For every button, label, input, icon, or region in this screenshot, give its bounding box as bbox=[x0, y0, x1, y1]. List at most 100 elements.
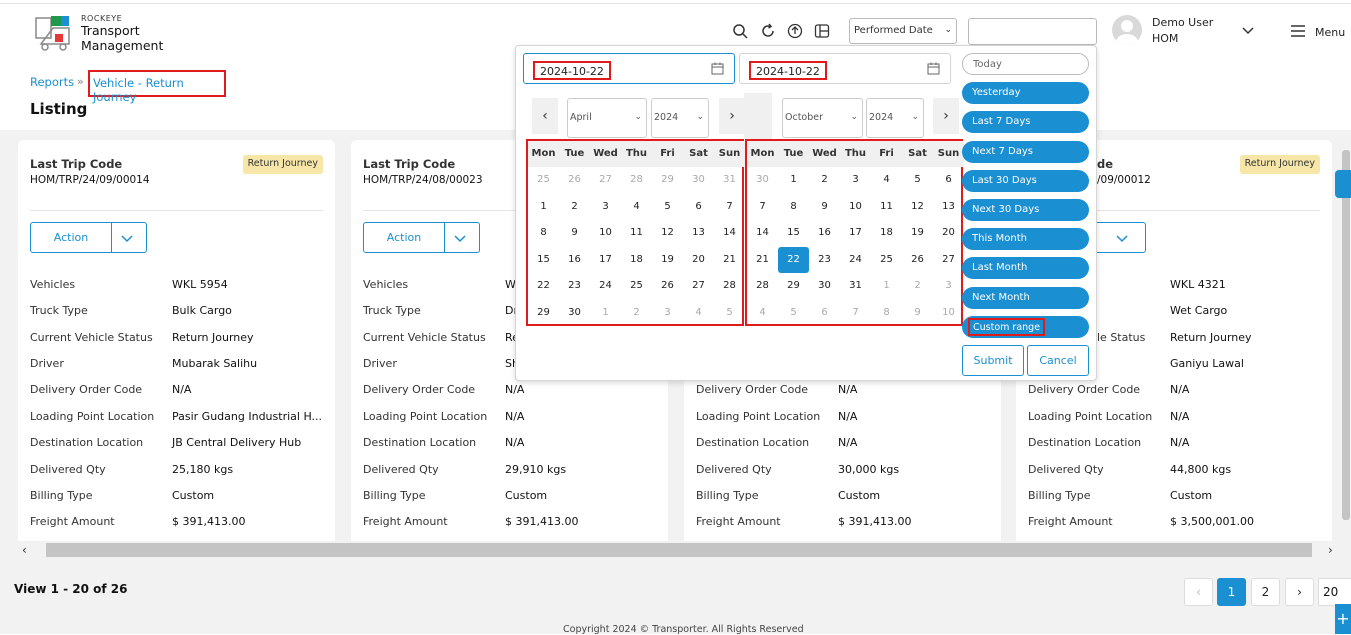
scrollbar-thumb[interactable] bbox=[1342, 150, 1350, 520]
end-date-input[interactable]: 2024-10-22 bbox=[739, 53, 951, 84]
action-dropdown[interactable]: Action bbox=[363, 222, 480, 253]
calendar-day[interactable]: 3 bbox=[840, 167, 871, 193]
menu-button[interactable]: Menu bbox=[1315, 26, 1345, 39]
calendar-day[interactable]: 14 bbox=[714, 220, 745, 246]
calendar-day[interactable]: 9 bbox=[559, 220, 590, 246]
calendar-day[interactable]: 25 bbox=[528, 167, 559, 193]
range-option[interactable]: Yesterday bbox=[962, 82, 1089, 105]
cancel-button[interactable]: Cancel bbox=[1027, 345, 1089, 376]
range-option[interactable]: Today bbox=[962, 53, 1089, 75]
calendar-day[interactable]: 21 bbox=[714, 247, 745, 273]
left-month-select[interactable]: April ⌄ bbox=[567, 98, 647, 138]
action-dropdown[interactable] bbox=[1097, 222, 1146, 253]
prev-page-icon[interactable]: ‹ bbox=[1184, 578, 1213, 606]
range-option[interactable]: Next 7 Days bbox=[962, 140, 1089, 163]
start-date-input[interactable]: 2024-10-22 bbox=[523, 53, 735, 84]
calendar-day[interactable]: 18 bbox=[621, 247, 652, 273]
calendar-day[interactable]: 9 bbox=[809, 194, 840, 220]
scroll-left-icon[interactable]: ‹ bbox=[22, 543, 27, 557]
calendar-day[interactable]: 14 bbox=[747, 220, 778, 246]
calendar-day[interactable]: 20 bbox=[683, 247, 714, 273]
calendar-day[interactable]: 12 bbox=[902, 194, 933, 220]
action-button[interactable]: Action bbox=[364, 223, 445, 252]
prev-month-icon[interactable]: ‹ bbox=[532, 98, 558, 134]
calendar-day[interactable]: 20 bbox=[933, 220, 964, 246]
calendar-day[interactable]: 27 bbox=[683, 273, 714, 299]
calendar-day[interactable]: 2 bbox=[809, 167, 840, 193]
breadcrumb-current[interactable]: Vehicle - Return Journey bbox=[88, 70, 226, 104]
calendar-day[interactable]: 15 bbox=[778, 220, 809, 246]
range-option[interactable]: This Month bbox=[962, 228, 1089, 251]
calendar-day[interactable]: 10 bbox=[590, 220, 621, 246]
calendar-day[interactable]: 11 bbox=[871, 194, 902, 220]
calendar-day[interactable]: 22 bbox=[528, 273, 559, 299]
refresh-icon[interactable] bbox=[760, 23, 776, 39]
calendar-day[interactable]: 30 bbox=[809, 273, 840, 299]
chevron-down-icon[interactable] bbox=[453, 231, 467, 245]
calendar-day[interactable]: 27 bbox=[590, 167, 621, 193]
calendar-day[interactable]: 1 bbox=[590, 300, 621, 326]
calendar-day[interactable]: 1 bbox=[871, 273, 902, 299]
calendar-day[interactable]: 31 bbox=[840, 273, 871, 299]
calendar-day[interactable]: 1 bbox=[528, 194, 559, 220]
calendar-day[interactable]: 27 bbox=[933, 247, 964, 273]
calendar-day[interactable]: 4 bbox=[621, 194, 652, 220]
calendar-day[interactable]: 23 bbox=[809, 247, 840, 273]
horizontal-scrollbar[interactable]: ‹ › bbox=[0, 541, 1351, 559]
page-button[interactable]: 2 bbox=[1251, 578, 1280, 606]
calendar-day[interactable]: 8 bbox=[778, 194, 809, 220]
calendar-day[interactable]: 13 bbox=[683, 220, 714, 246]
date-type-select[interactable]: Performed Date ⌄ bbox=[849, 18, 957, 44]
calendar-day[interactable]: 5 bbox=[714, 300, 745, 326]
calendar-day[interactable]: 3 bbox=[933, 273, 964, 299]
calendar-day[interactable]: 16 bbox=[809, 220, 840, 246]
calendar-day[interactable]: 1 bbox=[778, 167, 809, 193]
avatar[interactable] bbox=[1112, 15, 1142, 45]
calendar-day[interactable]: 10 bbox=[840, 194, 871, 220]
calendar-day[interactable]: 3 bbox=[652, 300, 683, 326]
right-year-select[interactable]: 2024 ⌄ bbox=[866, 98, 924, 138]
plus-icon[interactable]: + bbox=[1335, 604, 1351, 634]
scroll-right-icon[interactable]: › bbox=[1328, 543, 1333, 557]
calendar-day[interactable]: 16 bbox=[559, 247, 590, 273]
next-month-icon[interactable]: › bbox=[719, 98, 745, 134]
right-month-select[interactable]: October ⌄ bbox=[782, 98, 863, 138]
chevron-down-icon[interactable] bbox=[1115, 231, 1129, 245]
calendar-day[interactable]: 8 bbox=[871, 300, 902, 326]
user-menu-chevron-icon[interactable] bbox=[1240, 22, 1256, 38]
action-dropdown[interactable]: Action bbox=[30, 222, 147, 253]
calendar-day[interactable]: 30 bbox=[683, 167, 714, 193]
calendar-day[interactable]: 8 bbox=[528, 220, 559, 246]
calendar-day[interactable]: 9 bbox=[902, 300, 933, 326]
calendar-day[interactable]: 6 bbox=[933, 167, 964, 193]
calendar-day[interactable]: 26 bbox=[559, 167, 590, 193]
breadcrumb-reports-link[interactable]: Reports bbox=[30, 75, 74, 89]
calendar-day[interactable]: 7 bbox=[747, 194, 778, 220]
calendar-icon[interactable] bbox=[927, 62, 940, 75]
range-option[interactable]: Next Month bbox=[962, 286, 1089, 309]
filter-panel-toggle[interactable] bbox=[1335, 170, 1351, 198]
range-option[interactable]: Next 30 Days bbox=[962, 199, 1089, 221]
range-option[interactable]: Last 30 Days bbox=[962, 169, 1089, 192]
range-option[interactable]: Last Month bbox=[962, 257, 1089, 280]
calendar-day[interactable]: 26 bbox=[902, 247, 933, 273]
calendar-icon[interactable] bbox=[711, 62, 724, 75]
calendar-day[interactable]: 31 bbox=[714, 167, 745, 193]
calendar-day[interactable]: 28 bbox=[714, 273, 745, 299]
calendar-day[interactable]: 23 bbox=[559, 273, 590, 299]
calendar-day[interactable]: 10 bbox=[933, 300, 964, 326]
calendar-day[interactable]: 21 bbox=[747, 247, 778, 273]
date-range-input[interactable] bbox=[968, 18, 1097, 45]
calendar-day[interactable]: 18 bbox=[871, 220, 902, 246]
upload-icon[interactable] bbox=[787, 23, 803, 39]
range-option[interactable]: Last 7 Days bbox=[962, 111, 1089, 134]
calendar-day[interactable]: 28 bbox=[747, 273, 778, 299]
calendar-day[interactable]: 24 bbox=[840, 247, 871, 273]
calendar-day[interactable]: 26 bbox=[652, 273, 683, 299]
calendar-day[interactable]: 28 bbox=[621, 167, 652, 193]
chevron-down-icon[interactable] bbox=[120, 231, 134, 245]
search-icon[interactable] bbox=[732, 23, 748, 39]
calendar-day[interactable]: 30 bbox=[747, 167, 778, 193]
calendar-day[interactable]: 24 bbox=[590, 273, 621, 299]
submit-button[interactable]: Submit bbox=[962, 345, 1024, 376]
